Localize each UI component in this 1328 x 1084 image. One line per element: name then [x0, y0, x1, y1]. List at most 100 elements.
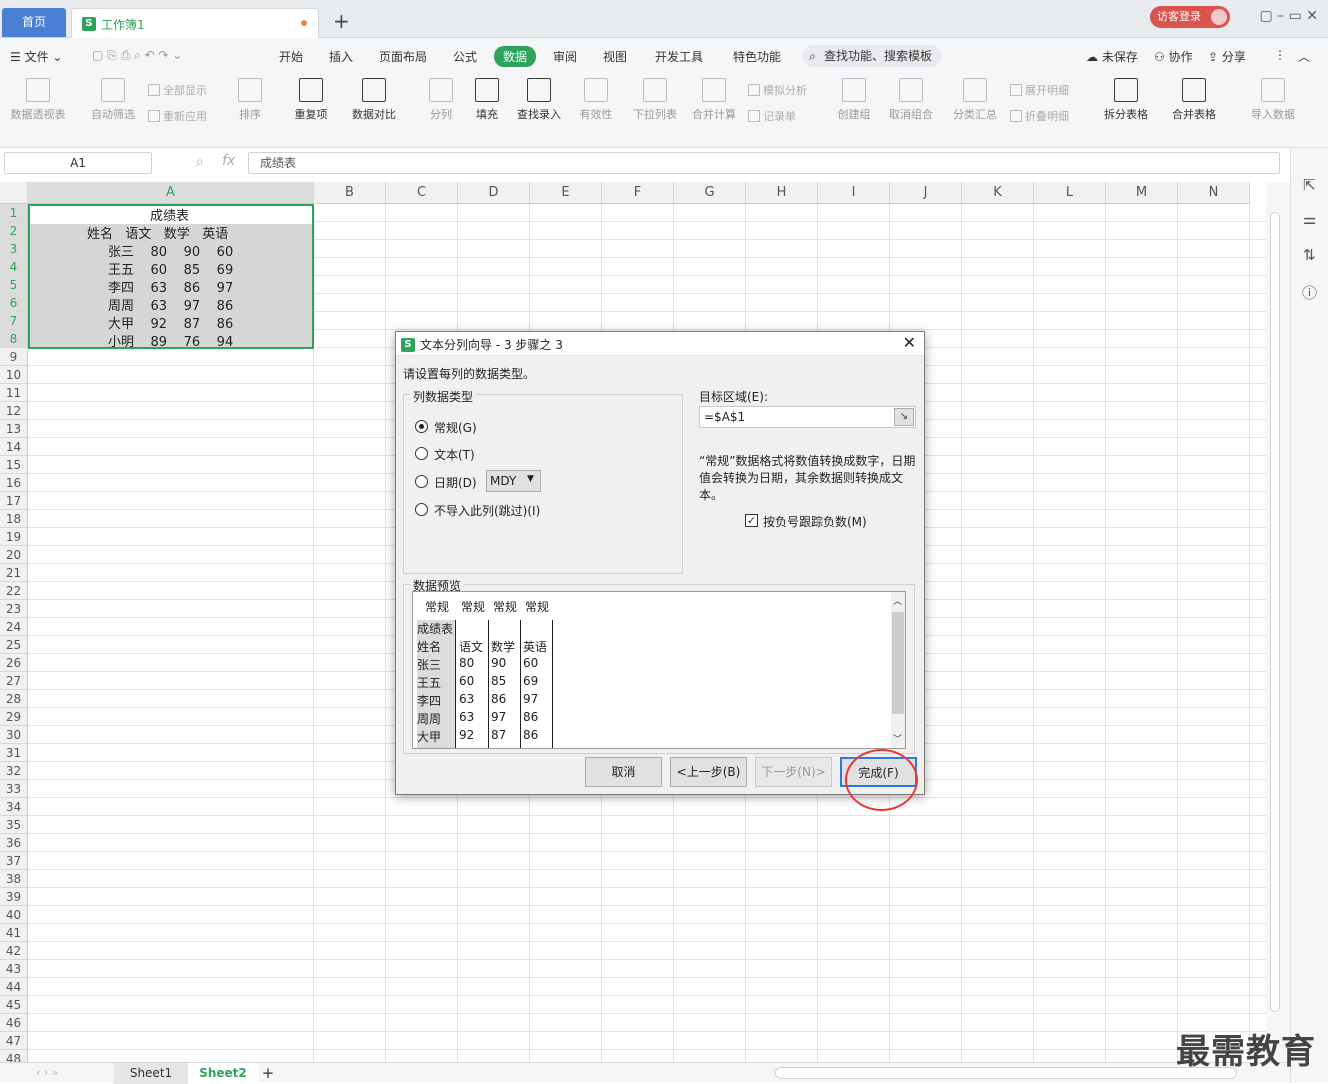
menu-page-layout[interactable]: 页面布局 [379, 48, 427, 65]
row-header[interactable]: 42 [0, 942, 28, 960]
collab-button[interactable]: ⚇ 协作 [1154, 48, 1193, 65]
col-header-g[interactable]: G [674, 182, 746, 204]
row-header[interactable]: 2 [0, 222, 28, 240]
merge-calc-button[interactable]: 合并计算 [690, 78, 738, 122]
row-header[interactable]: 30 [0, 726, 28, 744]
row-header[interactable]: 7 [0, 312, 28, 330]
row-header[interactable]: 11 [0, 384, 28, 402]
swap-icon[interactable]: ⇅ [1303, 246, 1316, 264]
fx-icon[interactable]: fx [222, 153, 235, 169]
import-data-button[interactable]: 导入数据 [1244, 78, 1302, 122]
scroll-up-icon[interactable]: ︿ [893, 594, 902, 607]
subtotal-button[interactable]: 分类汇总 [950, 78, 1000, 122]
share-button[interactable]: ⇪ 分享 [1208, 48, 1246, 65]
col-header-f[interactable]: F [602, 182, 674, 204]
sheet-tab-2[interactable]: Sheet2 [188, 1063, 258, 1084]
col-header-k[interactable]: K [962, 182, 1034, 204]
split-column-button[interactable]: 分列 [422, 78, 460, 122]
cell-a8[interactable]: 小明 89 76 94 [108, 331, 233, 350]
quick-access-icons[interactable]: ▢ ⎘ ⎙ ⌕ ↶ ↷ ⌄ [92, 48, 182, 63]
merge-table-button[interactable]: 合并表格 [1165, 78, 1223, 122]
cancel-button[interactable]: 取消 [585, 757, 662, 787]
row-header[interactable]: 15 [0, 456, 28, 474]
row-header[interactable]: 39 [0, 888, 28, 906]
col-header-m[interactable]: M [1106, 182, 1178, 204]
sort-button[interactable]: 排序 [232, 78, 268, 122]
preview-header-4[interactable]: 常规 [525, 598, 549, 615]
new-tab-plus-icon[interactable]: + [333, 9, 350, 33]
range-picker-icon[interactable]: ↘ [894, 408, 914, 426]
row-header[interactable]: 23 [0, 600, 28, 618]
row-header[interactable]: 40 [0, 906, 28, 924]
row-header[interactable]: 16 [0, 474, 28, 492]
menu-insert[interactable]: 插入 [329, 48, 353, 65]
close-icon[interactable]: ✕ [903, 333, 916, 352]
row-header[interactable]: 1 [0, 204, 28, 222]
window-controls[interactable]: ▢ – ▭ ✕ [1259, 8, 1318, 24]
row-header[interactable]: 12 [0, 402, 28, 420]
row-header[interactable]: 35 [0, 816, 28, 834]
row-header[interactable]: 44 [0, 978, 28, 996]
col-header-d[interactable]: D [458, 182, 530, 204]
collapse-ribbon-icon[interactable]: ︿ [1298, 48, 1310, 65]
cell-a4[interactable]: 王五 60 85 69 [108, 259, 233, 278]
negative-checkbox[interactable]: ✓ [745, 514, 758, 527]
row-header[interactable]: 43 [0, 960, 28, 978]
record-button[interactable]: 记录单 [748, 108, 796, 124]
formula-input[interactable]: 成绩表 [248, 152, 1280, 174]
row-header[interactable]: 48 [0, 1050, 28, 1062]
ungroup-button[interactable]: 取消组合 [882, 78, 940, 122]
row-header[interactable]: 18 [0, 510, 28, 528]
row-header[interactable]: 47 [0, 1032, 28, 1050]
row-header[interactable]: 41 [0, 924, 28, 942]
back-button[interactable]: <上一步(B) [670, 757, 747, 787]
next-button[interactable]: 下一步(N)> [755, 757, 832, 787]
row-header[interactable]: 9 [0, 348, 28, 366]
row-header[interactable]: 34 [0, 798, 28, 816]
row-header[interactable]: 4 [0, 258, 28, 276]
menu-formula[interactable]: 公式 [453, 48, 477, 65]
menu-developer[interactable]: 开发工具 [655, 48, 703, 65]
radio-skip[interactable] [415, 503, 428, 516]
col-header-h[interactable]: H [746, 182, 818, 204]
tab-workbook[interactable]: S 工作簿1 [71, 8, 319, 39]
row-header[interactable]: 24 [0, 618, 28, 636]
dropdown-list-button[interactable]: 下拉列表 [630, 78, 680, 122]
sheet-tab-1[interactable]: Sheet1 [114, 1063, 188, 1084]
zoom-formula-icon[interactable]: ⌕ [196, 154, 204, 170]
menu-file[interactable]: ☰ 文件 ⌄ [10, 48, 62, 65]
duplicates-button[interactable]: 重复项 [287, 78, 335, 122]
col-header-c[interactable]: C [386, 182, 458, 204]
collapse-detail-button[interactable]: 折叠明细 [1010, 108, 1069, 124]
more-icon[interactable]: ⋮ [1274, 48, 1286, 62]
reapply-button[interactable]: 重新应用 [148, 108, 207, 124]
data-compare-button[interactable]: 数据对比 [344, 78, 404, 122]
row-header[interactable]: 3 [0, 240, 28, 258]
add-sheet-icon[interactable]: + [258, 1063, 278, 1084]
cell-a1[interactable]: 成绩表 [150, 205, 189, 224]
col-header-b[interactable]: B [314, 182, 386, 204]
radio-skip-label[interactable]: 不导入此列(跳过)(I) [434, 502, 540, 519]
menu-review[interactable]: 审阅 [553, 48, 577, 65]
row-header[interactable]: 28 [0, 690, 28, 708]
radio-date[interactable] [415, 475, 428, 488]
row-header[interactable]: 21 [0, 564, 28, 582]
cell-a3[interactable]: 张三 80 90 60 [108, 241, 233, 260]
row-header[interactable]: 25 [0, 636, 28, 654]
preview-header-2[interactable]: 常规 [461, 598, 485, 615]
col-header-l[interactable]: L [1034, 182, 1106, 204]
date-format-select[interactable]: MDY ▼ [486, 470, 541, 492]
horizontal-scrollbar[interactable] [775, 1067, 1237, 1079]
help-icon[interactable]: ⓘ [1302, 282, 1317, 303]
cursor-icon[interactable]: ⇱ [1303, 176, 1316, 194]
row-header[interactable]: 36 [0, 834, 28, 852]
menu-view[interactable]: 视图 [603, 48, 627, 65]
row-header[interactable]: 13 [0, 420, 28, 438]
preview-scroll-thumb[interactable] [892, 612, 904, 714]
radio-general[interactable] [415, 420, 428, 433]
radio-text[interactable] [415, 447, 428, 460]
row-header[interactable]: 6 [0, 294, 28, 312]
row-header[interactable]: 17 [0, 492, 28, 510]
data-preview[interactable]: 常规 常规 常规 常规 成绩表 姓名 语文 数学 英语 张三 80 90 60 王五 60 85 69 李… [412, 591, 906, 749]
row-header[interactable]: 31 [0, 744, 28, 762]
